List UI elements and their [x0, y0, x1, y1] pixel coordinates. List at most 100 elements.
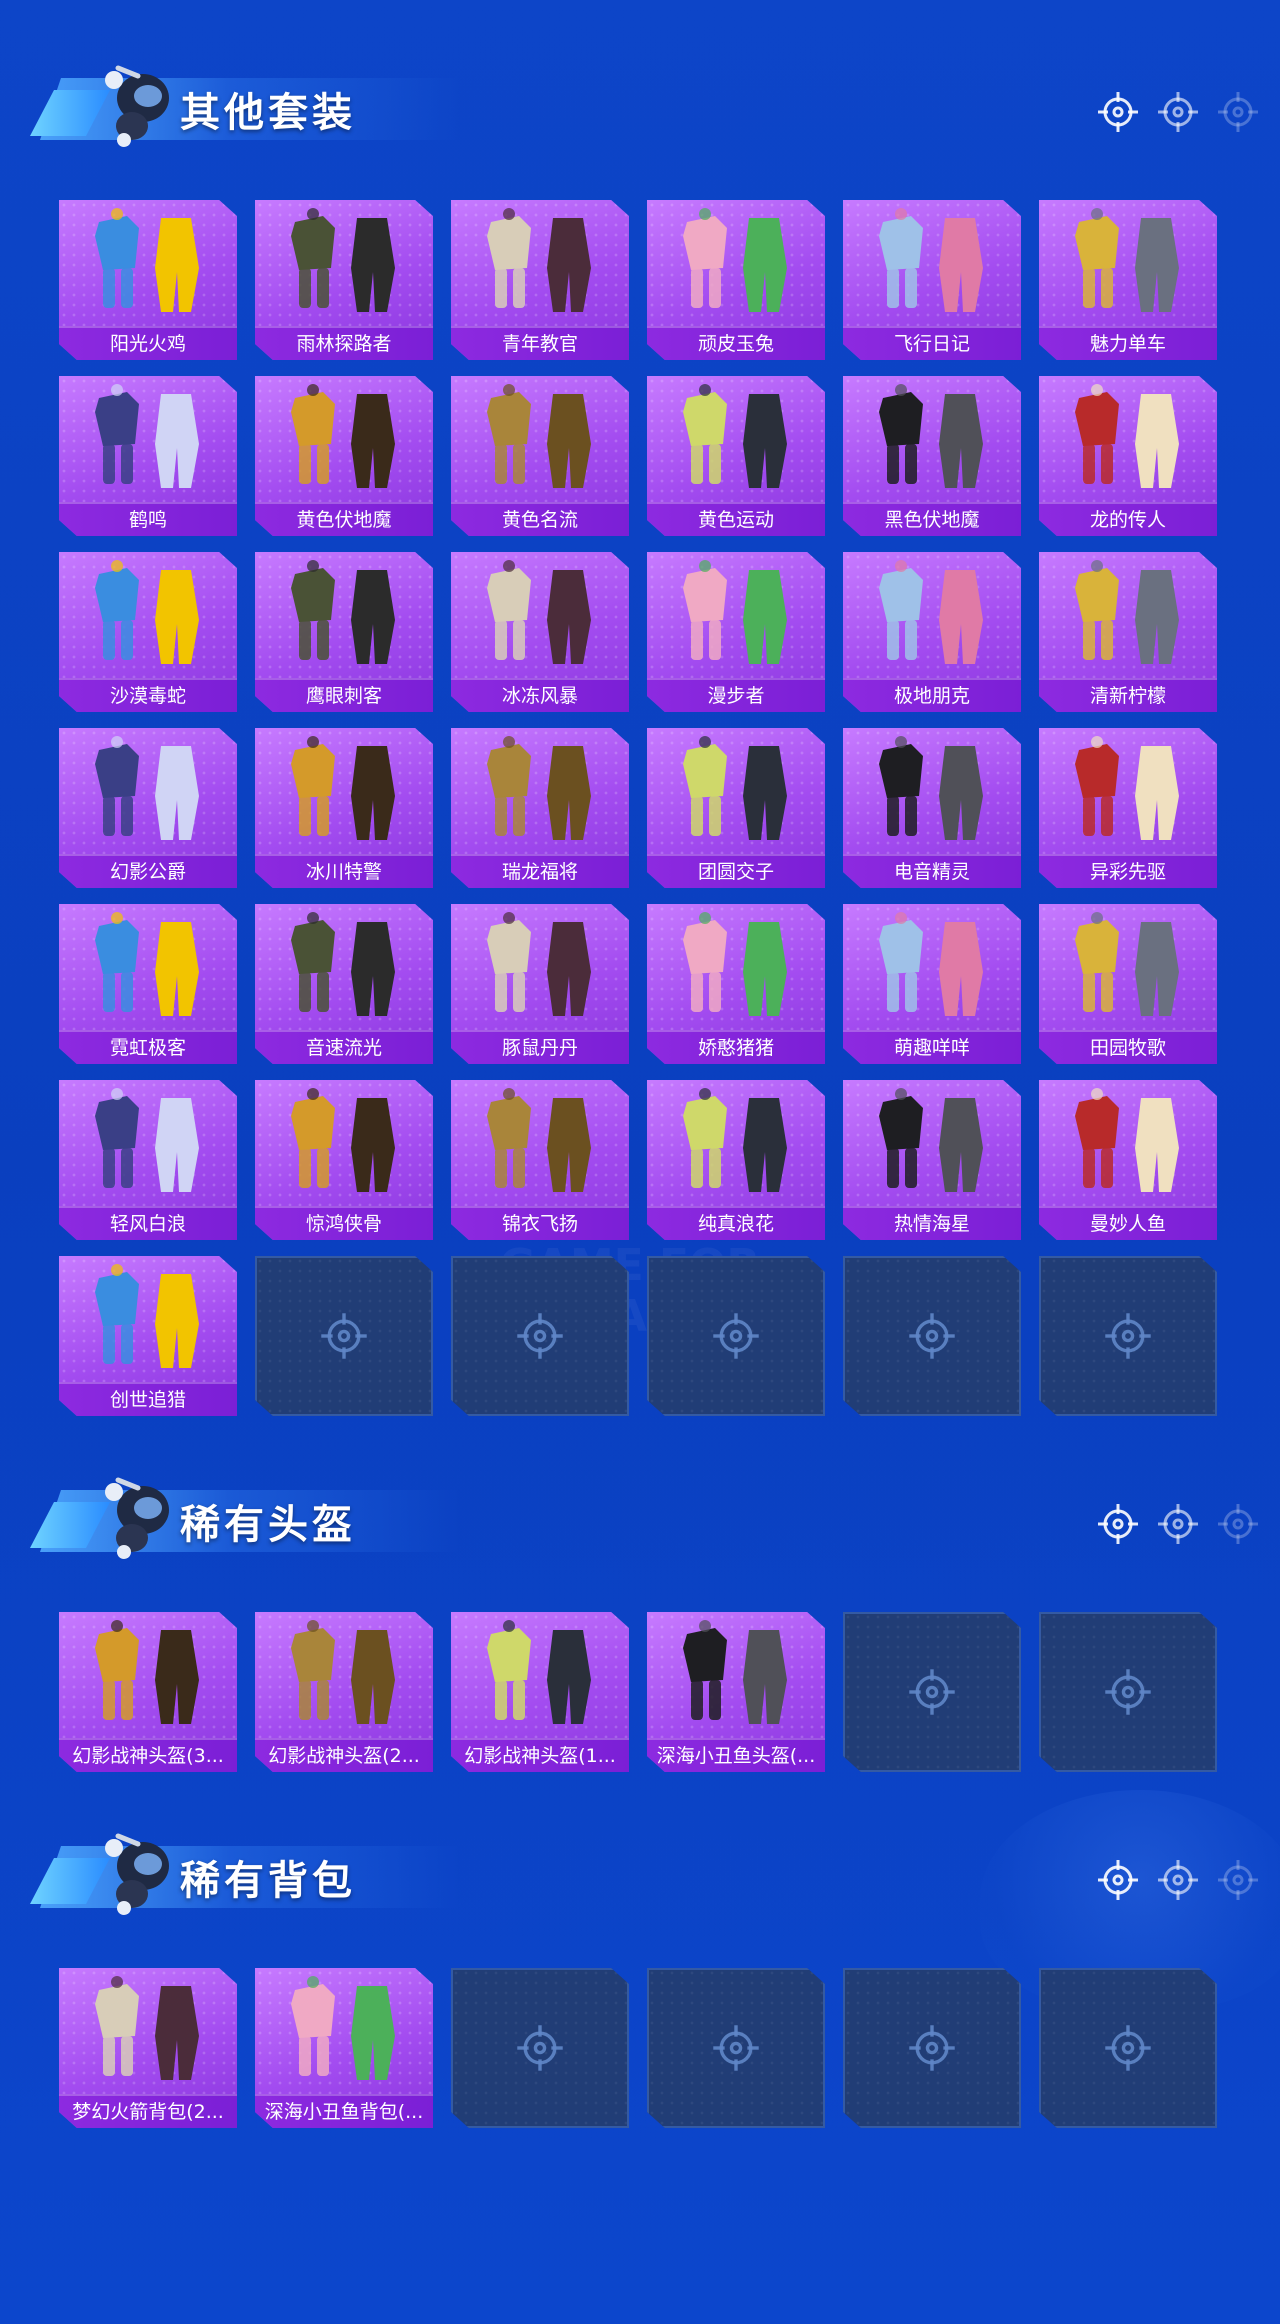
- item-card[interactable]: 鹤鸣: [59, 376, 237, 536]
- item-label: 漫步者: [647, 678, 825, 712]
- crosshair-icon: [1096, 1502, 1140, 1546]
- item-card[interactable]: 热情海星: [843, 1080, 1021, 1240]
- item-card[interactable]: 轻风白浪: [59, 1080, 237, 1240]
- item-label: 魅力单车: [1039, 326, 1217, 360]
- section-header: 稀有头盔: [30, 1462, 1260, 1562]
- item-card[interactable]: 霓虹极客: [59, 904, 237, 1064]
- item-card[interactable]: 黑色伏地魔: [843, 376, 1021, 536]
- item-label: 黄色运动: [647, 502, 825, 536]
- item-card[interactable]: 漫步者: [647, 552, 825, 712]
- item-card[interactable]: 沙漠毒蛇: [59, 552, 237, 712]
- item-card[interactable]: 黄色名流: [451, 376, 629, 536]
- item-card[interactable]: 异彩先驱: [1039, 728, 1217, 888]
- item-card[interactable]: 娇憨猪猪: [647, 904, 825, 1064]
- item-label: 曼妙人鱼: [1039, 1206, 1217, 1240]
- crosshair-icon: [1156, 90, 1200, 134]
- section-header: 其他套装: [30, 50, 1260, 150]
- crosshair-icon: [907, 1311, 957, 1361]
- item-card[interactable]: 萌趣咩咩: [843, 904, 1021, 1064]
- item-image: [657, 1088, 815, 1200]
- item-card[interactable]: 梦幻火箭背包(2...: [59, 1968, 237, 2128]
- item-card[interactable]: 惊鸿侠骨: [255, 1080, 433, 1240]
- crosshair-icon: [1096, 90, 1140, 134]
- item-card[interactable]: 飞行日记: [843, 200, 1021, 360]
- item-card[interactable]: 青年教官: [451, 200, 629, 360]
- item-label: 黄色伏地魔: [255, 502, 433, 536]
- item-image: [265, 912, 423, 1024]
- item-card[interactable]: 田园牧歌: [1039, 904, 1217, 1064]
- item-label: 惊鸿侠骨: [255, 1206, 433, 1240]
- item-image: [657, 208, 815, 320]
- item-card[interactable]: 深海小丑鱼背包(...: [255, 1968, 433, 2128]
- item-card[interactable]: 清新柠檬: [1039, 552, 1217, 712]
- empty-slot: [451, 1256, 629, 1416]
- item-image: [461, 736, 619, 848]
- item-card[interactable]: 阳光火鸡: [59, 200, 237, 360]
- empty-slot: [1039, 1612, 1217, 1772]
- item-card[interactable]: 鹰眼刺客: [255, 552, 433, 712]
- item-card[interactable]: 魅力单车: [1039, 200, 1217, 360]
- item-label: 飞行日记: [843, 326, 1021, 360]
- item-label: 异彩先驱: [1039, 854, 1217, 888]
- item-card[interactable]: 雨林探路者: [255, 200, 433, 360]
- item-image: [853, 912, 1011, 1024]
- item-card[interactable]: 龙的传人: [1039, 376, 1217, 536]
- item-label: 雨林探路者: [255, 326, 433, 360]
- item-card[interactable]: 瑞龙福将: [451, 728, 629, 888]
- item-image: [265, 384, 423, 496]
- item-image: [69, 560, 227, 672]
- item-image: [1049, 1088, 1207, 1200]
- item-label: 龙的传人: [1039, 502, 1217, 536]
- item-label: 电音精灵: [843, 854, 1021, 888]
- item-card[interactable]: 曼妙人鱼: [1039, 1080, 1217, 1240]
- item-card[interactable]: 深海小丑鱼头盔(...: [647, 1612, 825, 1772]
- item-card[interactable]: 黄色伏地魔: [255, 376, 433, 536]
- item-card[interactable]: 纯真浪花: [647, 1080, 825, 1240]
- item-label: 纯真浪花: [647, 1206, 825, 1240]
- item-image: [69, 1976, 227, 2088]
- item-label: 梦幻火箭背包(2...: [59, 2094, 237, 2128]
- item-card[interactable]: 幻影战神头盔(3...: [59, 1612, 237, 1772]
- item-card[interactable]: 创世追猎: [59, 1256, 237, 1416]
- section-title: 其他套装: [180, 90, 356, 136]
- crosshair-icon: [1216, 1502, 1260, 1546]
- item-label: 青年教官: [451, 326, 629, 360]
- item-card[interactable]: 音速流光: [255, 904, 433, 1064]
- item-image: [265, 1088, 423, 1200]
- mascot-icon: [88, 1818, 188, 1918]
- item-label: 黑色伏地魔: [843, 502, 1021, 536]
- item-card[interactable]: 团圆交子: [647, 728, 825, 888]
- item-card[interactable]: 黄色运动: [647, 376, 825, 536]
- empty-slot: [1039, 1256, 1217, 1416]
- item-image: [69, 1088, 227, 1200]
- item-card[interactable]: 电音精灵: [843, 728, 1021, 888]
- empty-slot: [843, 1612, 1021, 1772]
- crosshair-icon: [1216, 90, 1260, 134]
- item-card[interactable]: 幻影战神头盔(2...: [255, 1612, 433, 1772]
- item-label: 深海小丑鱼背包(...: [255, 2094, 433, 2128]
- item-card[interactable]: 锦衣飞扬: [451, 1080, 629, 1240]
- item-label: 锦衣飞扬: [451, 1206, 629, 1240]
- item-image: [69, 208, 227, 320]
- item-image: [853, 560, 1011, 672]
- item-image: [461, 560, 619, 672]
- item-card[interactable]: 冰冻风暴: [451, 552, 629, 712]
- header-icon-group: [1096, 1858, 1260, 1902]
- item-card[interactable]: 幻影战神头盔(1...: [451, 1612, 629, 1772]
- section-title: 稀有头盔: [180, 1502, 356, 1548]
- item-image: [853, 1088, 1011, 1200]
- item-image: [265, 1620, 423, 1732]
- item-card[interactable]: 冰川特警: [255, 728, 433, 888]
- empty-slot: [1039, 1968, 1217, 2128]
- empty-slot: [843, 1968, 1021, 2128]
- empty-slot: [647, 1968, 825, 2128]
- item-image: [1049, 384, 1207, 496]
- crosshair-icon: [515, 2023, 565, 2073]
- item-card[interactable]: 幻影公爵: [59, 728, 237, 888]
- item-card[interactable]: 顽皮玉兔: [647, 200, 825, 360]
- item-image: [461, 1620, 619, 1732]
- crosshair-icon: [907, 1667, 957, 1717]
- item-card[interactable]: 豚鼠丹丹: [451, 904, 629, 1064]
- mascot-icon: [88, 1462, 188, 1562]
- item-card[interactable]: 极地朋克: [843, 552, 1021, 712]
